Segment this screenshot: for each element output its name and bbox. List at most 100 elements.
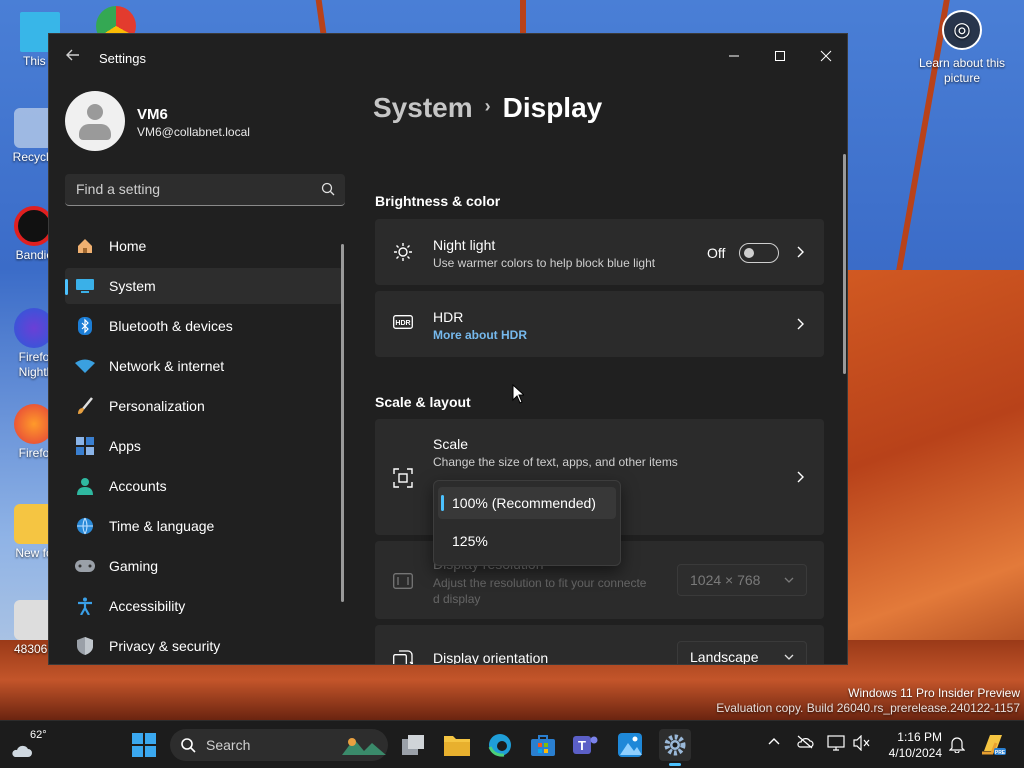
file-explorer-button[interactable] — [441, 729, 473, 761]
edge-button[interactable] — [484, 729, 516, 761]
sidebar-item-system[interactable]: System — [65, 268, 343, 304]
weather-temperature: 62° — [30, 729, 47, 741]
sidebar-item-bluetooth[interactable]: Bluetooth & devices — [65, 308, 343, 344]
breadcrumb-separator: › — [484, 96, 491, 116]
weather-widget[interactable]: 62° — [10, 729, 50, 761]
resolution-dropdown[interactable]: 1024 × 768 — [677, 564, 807, 596]
hdr-card[interactable]: HDR HDR More about HDR — [375, 291, 824, 357]
settings-taskbar-button[interactable] — [659, 729, 691, 766]
display-orientation-card[interactable]: Display orientation Landscape — [375, 625, 824, 665]
user-profile[interactable]: VM6 VM6@collabnet.local — [65, 91, 365, 151]
scale-icon — [393, 468, 413, 488]
bluetooth-icon — [75, 316, 95, 336]
hdr-link[interactable]: More about HDR — [433, 328, 527, 342]
scale-title: Scale — [433, 436, 469, 452]
search-input[interactable] — [65, 174, 305, 204]
network-icon[interactable] — [826, 735, 846, 755]
main-scrollbar[interactable] — [843, 154, 846, 374]
globe-icon — [75, 516, 95, 536]
system-icon — [75, 276, 95, 296]
sidebar-item-network[interactable]: Network & internet — [65, 348, 343, 384]
maximize-button[interactable] — [757, 42, 803, 72]
clock-time: 1:16 PM — [897, 730, 942, 744]
brightness-icon — [394, 243, 412, 261]
sidebar-scrollbar[interactable] — [341, 244, 344, 602]
learn-about-picture[interactable]: ◎ Learn about this picture — [914, 10, 1010, 86]
svg-text:HDR: HDR — [395, 320, 410, 327]
store-icon — [531, 735, 555, 756]
cloud-moon-icon — [12, 745, 32, 757]
sidebar-item-accounts[interactable]: Accounts — [65, 468, 343, 504]
minimize-button[interactable] — [711, 42, 757, 72]
volume-muted-icon[interactable] — [852, 734, 872, 755]
avatar — [65, 91, 125, 151]
store-button[interactable] — [527, 729, 559, 761]
scale-dropdown-popup: 100% (Recommended) 125% — [433, 480, 621, 566]
wallpaper-cable — [315, 0, 327, 33]
mouse-cursor-icon — [512, 384, 524, 404]
night-light-state: Off — [707, 245, 726, 261]
search-box[interactable] — [65, 174, 345, 206]
close-button[interactable] — [803, 42, 847, 72]
chevron-down-icon — [784, 577, 794, 583]
sidebar-item-personalization[interactable]: Personalization — [65, 388, 343, 424]
orientation-title: Display orientation — [433, 650, 549, 665]
sidebar-item-home[interactable]: Home — [65, 228, 343, 264]
home-icon — [75, 236, 95, 256]
sidebar-item-apps[interactable]: Apps — [65, 428, 343, 464]
photos-button[interactable] — [614, 729, 646, 761]
section-brightness-color: Brightness & color — [375, 193, 501, 209]
orientation-dropdown[interactable]: Landscape — [677, 641, 807, 664]
gamepad-icon — [75, 556, 95, 576]
sidebar-item-gaming[interactable]: Gaming — [65, 548, 343, 584]
user-email: VM6@collabnet.local — [137, 125, 250, 139]
sidebar-nav: Home System Bluetooth & devices Network … — [65, 228, 343, 664]
wifi-icon — [75, 356, 95, 376]
hdr-icon: HDR — [393, 315, 413, 329]
cloud-offline-icon[interactable] — [795, 735, 815, 755]
user-name: VM6 — [137, 106, 168, 123]
teams-icon: T — [573, 736, 598, 754]
page-title: Display — [502, 92, 603, 123]
start-button[interactable] — [128, 729, 160, 761]
folder-icon — [444, 736, 470, 756]
teams-button[interactable]: T — [570, 729, 602, 761]
taskbar-search[interactable]: Search — [170, 729, 388, 761]
sidebar-item-accessibility[interactable]: Accessibility — [65, 588, 343, 624]
scale-option-125[interactable]: 125% — [438, 525, 616, 557]
task-view-icon — [402, 735, 424, 755]
night-light-card[interactable]: Night light Use warmer colors to help bl… — [375, 219, 824, 285]
section-scale-layout: Scale & layout — [375, 394, 471, 410]
window-title: Settings — [99, 51, 146, 66]
windows-watermark: Windows 11 Pro Insider Preview Evaluatio… — [716, 686, 1020, 715]
copilot-icon[interactable]: PRE — [980, 731, 1006, 757]
windows-logo-icon — [132, 733, 156, 757]
search-icon — [321, 182, 335, 196]
scale-option-100[interactable]: 100% (Recommended) — [438, 487, 616, 519]
apps-icon — [75, 436, 95, 456]
shield-icon — [75, 636, 95, 656]
photos-icon — [618, 733, 642, 757]
night-light-title: Night light — [433, 237, 496, 253]
resolution-desc: Adjust the resolution to fit your connec… — [433, 576, 647, 606]
sidebar-item-time-language[interactable]: Time & language — [65, 508, 343, 544]
show-hidden-icons-chevron-icon[interactable] — [764, 735, 784, 755]
chevron-right-icon — [797, 246, 804, 258]
clock-date: 4/10/2024 — [888, 746, 942, 760]
breadcrumb-parent[interactable]: System — [373, 92, 473, 123]
back-arrow-icon[interactable] — [63, 48, 83, 68]
sidebar-item-privacy[interactable]: Privacy & security — [65, 628, 343, 664]
scale-desc: Change the size of text, apps, and other… — [433, 455, 678, 469]
brush-icon — [75, 396, 95, 416]
notification-bell-icon[interactable] — [947, 735, 967, 755]
task-view-button[interactable] — [398, 729, 430, 761]
taskbar-clock[interactable]: 1:16 PM 4/10/2024 — [880, 729, 942, 761]
edge-icon — [488, 734, 511, 757]
search-highlight-icon — [342, 738, 386, 755]
hdr-title: HDR — [433, 309, 464, 325]
accounts-icon — [75, 476, 95, 496]
title-bar: Settings — [49, 34, 847, 82]
search-icon — [181, 738, 196, 753]
night-light-toggle[interactable] — [739, 243, 779, 263]
chevron-right-icon — [797, 471, 804, 483]
